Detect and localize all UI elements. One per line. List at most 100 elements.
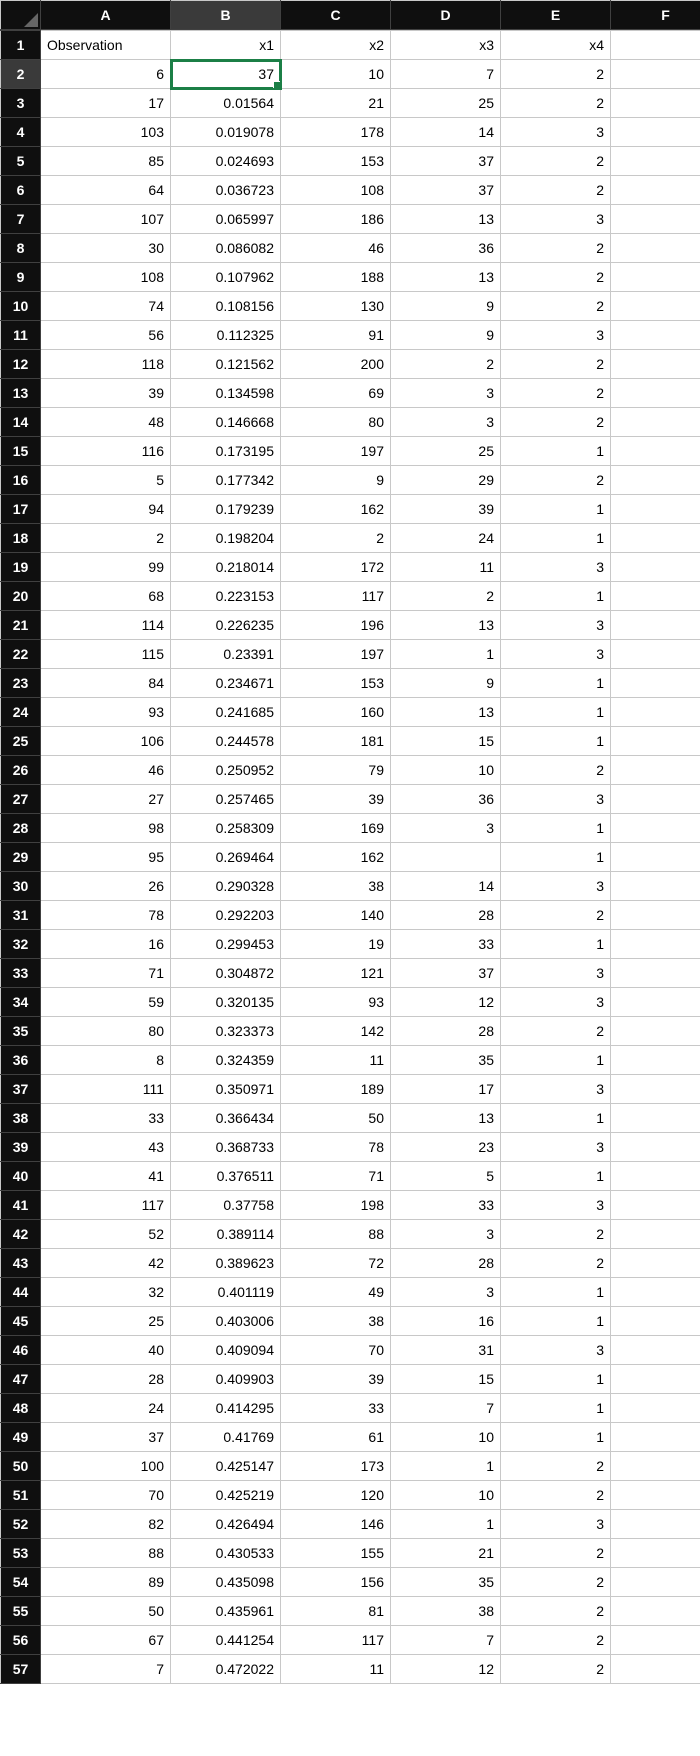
cell-D2[interactable]: 7: [391, 60, 501, 89]
cell-B43[interactable]: 0.389623: [171, 1249, 281, 1278]
row-header[interactable]: 36: [1, 1046, 41, 1075]
row-header[interactable]: 21: [1, 611, 41, 640]
row-header[interactable]: 3: [1, 89, 41, 118]
row-header[interactable]: 34: [1, 988, 41, 1017]
cell-C26[interactable]: 79: [281, 756, 391, 785]
cell-B3[interactable]: 0.01564: [171, 89, 281, 118]
cell-C41[interactable]: 198: [281, 1191, 391, 1220]
cell-C21[interactable]: 196: [281, 611, 391, 640]
row-header[interactable]: 52: [1, 1510, 41, 1539]
cell-A45[interactable]: 25: [41, 1307, 171, 1336]
cell-C11[interactable]: 91: [281, 321, 391, 350]
cell-A32[interactable]: 16: [41, 930, 171, 959]
row-header[interactable]: 35: [1, 1017, 41, 1046]
cell-C1[interactable]: x2: [281, 31, 391, 60]
cell-A40[interactable]: 41: [41, 1162, 171, 1191]
cell-B31[interactable]: 0.292203: [171, 901, 281, 930]
cell-F44[interactable]: [611, 1278, 700, 1307]
cell-B23[interactable]: 0.234671: [171, 669, 281, 698]
cell-E5[interactable]: 2: [501, 147, 611, 176]
row-header[interactable]: 9: [1, 263, 41, 292]
row-header[interactable]: 24: [1, 698, 41, 727]
cell-E16[interactable]: 2: [501, 466, 611, 495]
cell-E23[interactable]: 1: [501, 669, 611, 698]
cell-B13[interactable]: 0.134598: [171, 379, 281, 408]
cell-B46[interactable]: 0.409094: [171, 1336, 281, 1365]
cell-A18[interactable]: 2: [41, 524, 171, 553]
row-header[interactable]: 6: [1, 176, 41, 205]
cell-D49[interactable]: 10: [391, 1423, 501, 1452]
cell-A12[interactable]: 118: [41, 350, 171, 379]
cell-E42[interactable]: 2: [501, 1220, 611, 1249]
cell-B41[interactable]: 0.37758: [171, 1191, 281, 1220]
cell-E1[interactable]: x4: [501, 31, 611, 60]
cell-F38[interactable]: [611, 1104, 700, 1133]
cell-E41[interactable]: 3: [501, 1191, 611, 1220]
cell-A29[interactable]: 95: [41, 843, 171, 872]
cell-F15[interactable]: [611, 437, 700, 466]
cell-E20[interactable]: 1: [501, 582, 611, 611]
cell-B15[interactable]: 0.173195: [171, 437, 281, 466]
cell-C2[interactable]: 10: [281, 60, 391, 89]
cell-C43[interactable]: 72: [281, 1249, 391, 1278]
cell-D57[interactable]: 12: [391, 1655, 501, 1684]
cell-C25[interactable]: 181: [281, 727, 391, 756]
cell-A44[interactable]: 32: [41, 1278, 171, 1307]
cell-F43[interactable]: [611, 1249, 700, 1278]
row-header[interactable]: 29: [1, 843, 41, 872]
cell-F23[interactable]: [611, 669, 700, 698]
cell-C13[interactable]: 69: [281, 379, 391, 408]
cell-F52[interactable]: [611, 1510, 700, 1539]
cell-D25[interactable]: 15: [391, 727, 501, 756]
cell-F41[interactable]: [611, 1191, 700, 1220]
cell-D51[interactable]: 10: [391, 1481, 501, 1510]
cell-D6[interactable]: 37: [391, 176, 501, 205]
cell-A57[interactable]: 7: [41, 1655, 171, 1684]
cell-B38[interactable]: 0.366434: [171, 1104, 281, 1133]
cell-A27[interactable]: 27: [41, 785, 171, 814]
cell-C36[interactable]: 11: [281, 1046, 391, 1075]
cell-E57[interactable]: 2: [501, 1655, 611, 1684]
cell-E36[interactable]: 1: [501, 1046, 611, 1075]
cell-E46[interactable]: 3: [501, 1336, 611, 1365]
cell-E14[interactable]: 2: [501, 408, 611, 437]
cell-B39[interactable]: 0.368733: [171, 1133, 281, 1162]
col-header-D[interactable]: D: [391, 1, 501, 30]
cell-E52[interactable]: 3: [501, 1510, 611, 1539]
row-header[interactable]: 28: [1, 814, 41, 843]
cell-C4[interactable]: 178: [281, 118, 391, 147]
cell-D35[interactable]: 28: [391, 1017, 501, 1046]
cell-F9[interactable]: [611, 263, 700, 292]
cell-D44[interactable]: 3: [391, 1278, 501, 1307]
cell-D11[interactable]: 9: [391, 321, 501, 350]
cell-A23[interactable]: 84: [41, 669, 171, 698]
cell-D12[interactable]: 2: [391, 350, 501, 379]
cell-E40[interactable]: 1: [501, 1162, 611, 1191]
cell-F17[interactable]: [611, 495, 700, 524]
cell-F48[interactable]: [611, 1394, 700, 1423]
cell-F53[interactable]: [611, 1539, 700, 1568]
cell-B50[interactable]: 0.425147: [171, 1452, 281, 1481]
cell-E44[interactable]: 1: [501, 1278, 611, 1307]
row-header[interactable]: 37: [1, 1075, 41, 1104]
cell-B33[interactable]: 0.304872: [171, 959, 281, 988]
cell-D19[interactable]: 11: [391, 553, 501, 582]
cell-E8[interactable]: 2: [501, 234, 611, 263]
cell-F18[interactable]: [611, 524, 700, 553]
cell-A3[interactable]: 17: [41, 89, 171, 118]
cell-F25[interactable]: [611, 727, 700, 756]
cell-A54[interactable]: 89: [41, 1568, 171, 1597]
cell-A53[interactable]: 88: [41, 1539, 171, 1568]
cell-F11[interactable]: [611, 321, 700, 350]
cell-E12[interactable]: 2: [501, 350, 611, 379]
cell-C33[interactable]: 121: [281, 959, 391, 988]
cell-B11[interactable]: 0.112325: [171, 321, 281, 350]
cell-E6[interactable]: 2: [501, 176, 611, 205]
cell-F57[interactable]: [611, 1655, 700, 1684]
cell-D22[interactable]: 1: [391, 640, 501, 669]
cell-E30[interactable]: 3: [501, 872, 611, 901]
cell-D28[interactable]: 3: [391, 814, 501, 843]
cell-D42[interactable]: 3: [391, 1220, 501, 1249]
cell-E48[interactable]: 1: [501, 1394, 611, 1423]
cell-D40[interactable]: 5: [391, 1162, 501, 1191]
